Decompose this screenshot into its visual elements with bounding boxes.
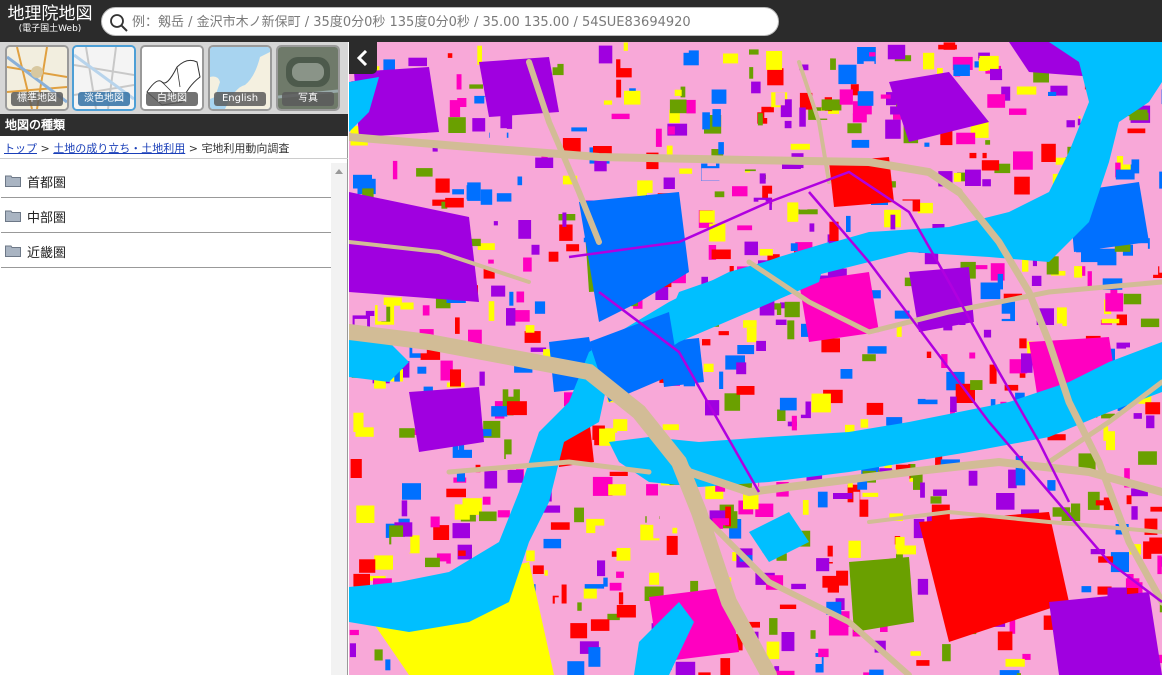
folder-icon (5, 210, 21, 222)
search-input[interactable] (132, 11, 772, 33)
tile-english-map[interactable]: English (208, 45, 272, 111)
list-item-shutoken[interactable]: 首都圏 (1, 163, 331, 198)
chevron-left-icon (356, 50, 368, 66)
map-type-tiles: 標準地図 淡色地図 白地図 English 写真 (0, 42, 348, 114)
collapse-panel-button[interactable] (349, 42, 377, 74)
folder-icon (5, 245, 21, 257)
tile-blank-map[interactable]: 白地図 (140, 45, 204, 111)
breadcrumb: トップ > 土地の成り立ち・土地利用 > 宅地利用動向調査 (0, 139, 348, 159)
panel-scrollbar[interactable] (331, 163, 347, 675)
logo-title: 地理院地図 (7, 4, 93, 24)
tile-pale-map[interactable]: 淡色地図 (72, 45, 136, 111)
app-window: 地理院地図 (電子国土Web) 標準地図 (0, 0, 1162, 675)
logo-subtitle: (電子国土Web) (18, 24, 82, 34)
tile-label: 写真 (282, 92, 334, 106)
tile-label: 標準地図 (11, 92, 63, 106)
site-logo[interactable]: 地理院地図 (電子国土Web) (4, 4, 96, 38)
tile-standard-map[interactable]: 標準地図 (5, 45, 69, 111)
folder-icon (5, 175, 21, 187)
breadcrumb-current: 宅地利用動向調査 (201, 142, 290, 155)
breadcrumb-top-link[interactable]: トップ (4, 142, 37, 155)
side-panel: 標準地図 淡色地図 白地図 English 写真 地図の種類 トップ > 土地の… (0, 42, 348, 675)
panel-title: 地図の種類 (0, 114, 348, 136)
layer-list: 首都圏 中部圏 近畿圏 (0, 163, 331, 675)
land-use-map[interactable] (349, 42, 1162, 675)
map-canvas[interactable] (349, 42, 1162, 675)
breadcrumb-separator: > (188, 142, 198, 155)
list-item-kinkiken[interactable]: 近畿圏 (1, 233, 331, 268)
tile-label: English (214, 92, 266, 106)
list-item-label: 首都圏 (27, 176, 67, 191)
breadcrumb-category-link[interactable]: 土地の成り立ち・土地利用 (53, 142, 185, 155)
list-item-label: 近畿圏 (27, 246, 67, 261)
breadcrumb-separator: > (40, 142, 50, 155)
list-item-label: 中部圏 (27, 211, 67, 226)
header-bar: 地理院地図 (電子国土Web) (0, 0, 1162, 42)
search-icon[interactable] (109, 13, 129, 33)
tile-label: 白地図 (146, 92, 198, 106)
tile-photo-map[interactable]: 写真 (276, 45, 340, 111)
scroll-up-arrow-icon[interactable] (335, 169, 343, 174)
tile-label: 淡色地図 (78, 92, 130, 106)
list-item-chubuken[interactable]: 中部圏 (1, 198, 331, 233)
search-box[interactable] (101, 7, 779, 36)
